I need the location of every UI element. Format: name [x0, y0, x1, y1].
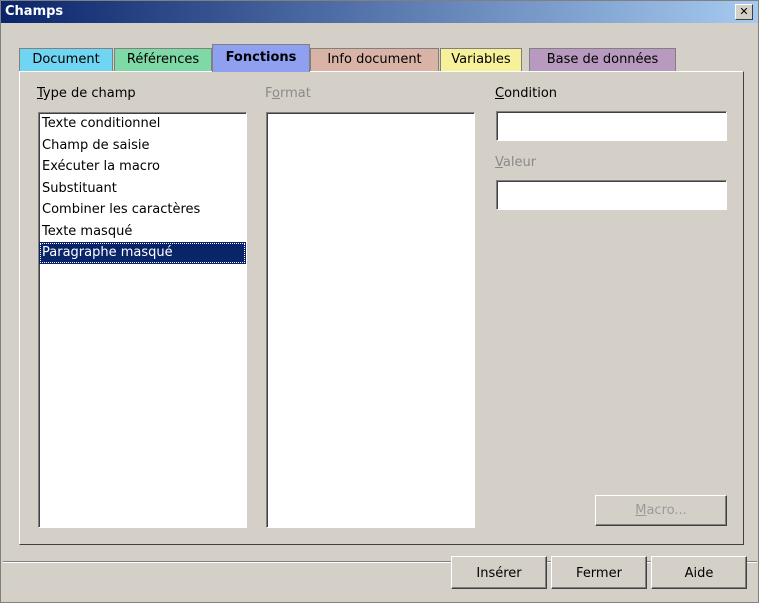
- tab-document[interactable]: Document: [19, 48, 113, 71]
- condition-input[interactable]: [496, 111, 727, 141]
- list-item[interactable]: Champ de saisie: [39, 135, 246, 157]
- tab-references[interactable]: Références: [114, 48, 212, 71]
- title-bar[interactable]: Champs ✕: [1, 1, 758, 23]
- help-button[interactable]: Aide: [651, 556, 747, 589]
- tab-base-de-donnees[interactable]: Base de données: [529, 48, 676, 71]
- valeur-label: Valeur: [495, 155, 537, 170]
- insert-button[interactable]: Insérer: [451, 556, 547, 589]
- tab-panel: Type de champ Texte conditionnel Champ de…: [19, 71, 744, 545]
- close-icon[interactable]: ✕: [735, 4, 753, 20]
- format-label: Format: [265, 86, 311, 101]
- close-button[interactable]: Fermer: [551, 556, 647, 589]
- macro-button[interactable]: Macro...: [595, 495, 727, 526]
- list-item[interactable]: Exécuter la macro: [39, 156, 246, 178]
- tab-info-document[interactable]: Info document: [310, 48, 439, 71]
- tab-variables[interactable]: Variables: [440, 48, 522, 71]
- format-list[interactable]: [266, 112, 475, 528]
- window-title: Champs: [5, 4, 64, 19]
- list-item[interactable]: Texte conditionnel: [39, 113, 246, 135]
- valeur-input[interactable]: [496, 180, 727, 210]
- condition-label: Condition: [495, 86, 558, 101]
- list-item[interactable]: Substituant: [39, 178, 246, 200]
- list-item[interactable]: Texte masqué: [39, 221, 246, 243]
- tab-fonctions[interactable]: Fonctions: [212, 44, 310, 72]
- dialog-window: Champs ✕ Document Références Fonctions I…: [0, 0, 759, 603]
- field-type-list[interactable]: Texte conditionnel Champ de saisie Exécute…: [38, 112, 247, 528]
- field-type-label: Type de champ: [37, 86, 136, 101]
- list-item[interactable]: Combiner les caractères: [39, 199, 246, 221]
- list-item[interactable]: Paragraphe masqué: [39, 242, 246, 264]
